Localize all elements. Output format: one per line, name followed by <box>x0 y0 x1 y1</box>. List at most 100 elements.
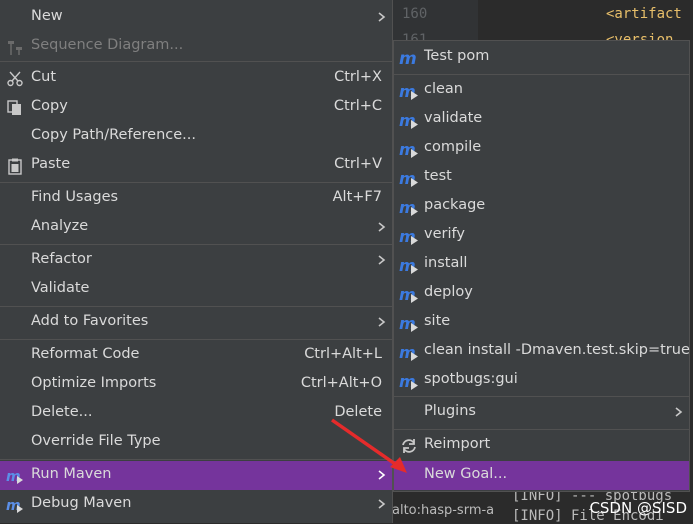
maven-run-icon: m <box>399 227 418 246</box>
maven-run-icon: m <box>399 198 418 217</box>
submenu-item-goal[interactable]: m clean <box>394 76 689 105</box>
submenu-item-label: site <box>424 313 451 329</box>
submenu-item-goal[interactable]: m package <box>394 192 689 221</box>
watermark: CSDN @SISD <box>589 499 687 517</box>
arrow-right-icon <box>378 499 386 509</box>
submenu-item-label: package <box>424 197 486 213</box>
maven-run-icon: m <box>399 256 418 275</box>
maven-run-icon: m <box>399 314 418 333</box>
menu-separator <box>0 244 392 245</box>
menu-item-refactor[interactable]: Refactor <box>0 246 392 275</box>
menu-item-add-to-favorites[interactable]: Add to Favorites <box>0 308 392 337</box>
submenu-item-label: deploy <box>424 284 473 300</box>
maven-run-icon: m <box>399 285 418 304</box>
submenu-item-label: clean install -Dmaven.test.skip=true <box>424 342 690 358</box>
menu-item-label: Refactor <box>31 251 92 267</box>
menu-item-validate[interactable]: Validate <box>0 275 392 304</box>
submenu-item-goal[interactable]: m compile <box>394 134 689 163</box>
menu-item-paste[interactable]: Paste Ctrl+V <box>0 151 392 180</box>
sequence-diagram-icon <box>8 41 22 55</box>
shortcut-label: Alt+F7 <box>332 189 382 205</box>
menu-item-copy[interactable]: Copy Ctrl+C <box>0 93 392 122</box>
maven-run-icon: m <box>6 498 23 514</box>
menu-item-label: Paste <box>31 156 71 172</box>
menu-item-cut[interactable]: Cut Ctrl+X <box>0 64 392 93</box>
submenu-item-goal[interactable]: m deploy <box>394 279 689 308</box>
maven-run-icon: m <box>399 372 418 391</box>
arrow-right-icon <box>378 317 386 327</box>
console-status-text: alto:hasp-srm-a <box>392 503 495 518</box>
submenu-item-label: Reimport <box>424 436 491 452</box>
line-number: 160 <box>402 6 428 22</box>
submenu-item-label: validate <box>424 110 483 126</box>
maven-run-icon: m <box>399 140 418 159</box>
menu-item-label: Copy Path/Reference... <box>31 127 196 143</box>
menu-item-label: Copy <box>31 98 68 114</box>
submenu-item-label: New Goal... <box>424 466 508 482</box>
menu-item-analyze[interactable]: Analyze <box>0 213 392 242</box>
menu-item-label: Cut <box>31 69 56 85</box>
submenu-item-label: spotbugs:gui <box>424 371 518 387</box>
submenu-item-label: Plugins <box>424 403 476 419</box>
submenu-item-goal[interactable]: m site <box>394 308 689 337</box>
editor-gutter: 160 161 <box>392 0 478 48</box>
menu-item-label: Run Maven <box>31 466 112 482</box>
submenu-item-test-pom[interactable]: m Test pom <box>394 43 689 72</box>
maven-icon: m <box>399 49 417 68</box>
submenu-item-label: compile <box>424 139 482 155</box>
menu-item-label: Find Usages <box>31 189 119 205</box>
menu-item-label: Validate <box>31 280 90 296</box>
console-panel: alto:hasp-srm-a [INFO] --- spotbugs [INF… <box>392 488 693 524</box>
arrow-right-icon <box>378 222 386 232</box>
copy-icon <box>7 100 21 115</box>
scissors-icon <box>7 71 23 87</box>
menu-item-label: Delete... <box>31 404 93 420</box>
submenu-item-plugins[interactable]: Plugins <box>394 398 689 427</box>
submenu-item-goal[interactable]: m test <box>394 163 689 192</box>
menu-item-sequence-diagram[interactable]: Sequence Diagram... <box>0 32 392 61</box>
menu-item-label: New <box>31 8 63 24</box>
maven-run-icon: m <box>399 169 418 188</box>
menu-item-label: Optimize Imports <box>31 375 157 391</box>
shortcut-label: Ctrl+Alt+L <box>304 346 382 362</box>
menu-separator <box>394 429 689 430</box>
clipboard-icon <box>8 158 22 175</box>
submenu-item-goal[interactable]: m install <box>394 250 689 279</box>
run-maven-submenu: m Test pom m clean m validate m compile m test m… <box>393 40 690 492</box>
menu-separator <box>0 61 392 62</box>
menu-item-new[interactable]: New <box>0 3 392 32</box>
arrow-right-icon <box>675 407 683 417</box>
shortcut-label: Ctrl+V <box>334 156 382 172</box>
submenu-item-goal[interactable]: m spotbugs:gui <box>394 366 689 395</box>
submenu-item-label: test <box>424 168 452 184</box>
maven-run-icon: m <box>399 343 418 362</box>
menu-item-debug-maven[interactable]: m Debug Maven <box>0 490 392 519</box>
submenu-item-goal[interactable]: m clean install -Dmaven.test.skip=true <box>394 337 690 366</box>
menu-separator <box>394 74 689 75</box>
submenu-item-goal[interactable]: m verify <box>394 221 689 250</box>
menu-item-copy-path[interactable]: Copy Path/Reference... <box>0 122 392 151</box>
menu-item-label: Analyze <box>31 218 89 234</box>
menu-separator <box>0 339 392 340</box>
submenu-item-label: Test pom <box>424 48 490 64</box>
code-line: <artifact <box>606 6 682 22</box>
annotation-arrow-icon <box>330 418 407 473</box>
shortcut-label: Ctrl+C <box>333 98 382 114</box>
submenu-item-reimport[interactable]: Reimport <box>394 431 689 460</box>
submenu-item-goal[interactable]: m validate <box>394 105 689 134</box>
submenu-item-new-goal[interactable]: New Goal... <box>394 461 689 490</box>
menu-item-find-usages[interactable]: Find Usages Alt+F7 <box>0 184 392 213</box>
menu-item-label: Sequence Diagram... <box>31 37 184 53</box>
maven-run-icon: m <box>6 469 23 485</box>
submenu-item-label: clean <box>424 81 463 97</box>
maven-run-icon: m <box>399 111 418 130</box>
menu-item-label: Debug Maven <box>31 495 132 511</box>
menu-item-label: Reformat Code <box>31 346 140 362</box>
menu-item-reformat-code[interactable]: Reformat Code Ctrl+Alt+L <box>0 341 392 370</box>
menu-separator <box>0 182 392 183</box>
svg-text:m: m <box>399 49 417 68</box>
menu-item-label: Override File Type <box>31 433 161 449</box>
menu-item-label: Add to Favorites <box>31 313 149 329</box>
arrow-right-icon <box>378 255 386 265</box>
menu-item-optimize-imports[interactable]: Optimize Imports Ctrl+Alt+O <box>0 370 392 399</box>
